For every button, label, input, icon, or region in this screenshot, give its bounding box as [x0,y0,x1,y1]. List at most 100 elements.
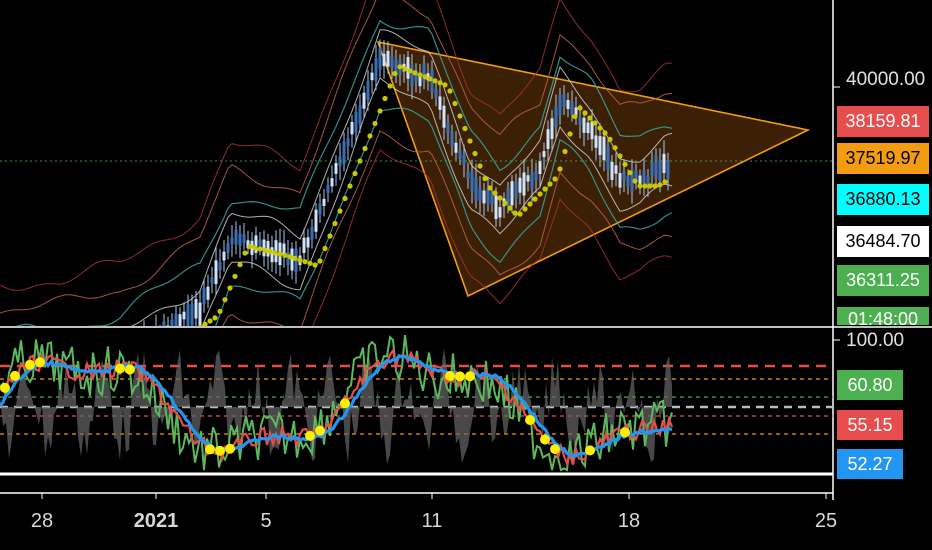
osc-signal-dot [225,443,235,454]
candle-body [538,161,542,174]
ma-dot [482,175,488,182]
candle-body [202,287,206,304]
ma-dot [542,186,548,192]
ma-dot [592,120,598,126]
candle-body [234,229,238,245]
ma-dot [432,78,438,84]
ma-dot [327,233,333,239]
osc-scale-label-100: 100.00 [846,330,905,351]
ma-dot [212,315,218,321]
candle-body [482,190,486,204]
candle-body [570,102,574,115]
ma-dot [602,130,608,136]
osc-signal-dot [550,444,560,455]
ma-dot [462,125,468,132]
ma-dot [452,100,458,107]
ma-dot [147,356,152,361]
osc-signal-dot [215,445,225,456]
candle-body [650,162,654,176]
candle-body [594,135,598,148]
candle-body [602,136,606,161]
candle-body [370,72,374,81]
candle-body [326,185,330,193]
ma-dot [317,258,323,264]
candle-body [182,311,186,320]
candle-body [478,187,482,201]
ma-dot [167,343,172,348]
ma-dot [362,145,368,152]
candle-body [510,181,514,206]
candle-body [606,145,610,170]
candle-body [334,162,338,174]
ma-dot [577,105,583,111]
ma-dot [222,297,228,303]
ma-dot [387,83,393,89]
ma-dot [252,245,258,251]
candle-body [454,142,458,153]
candle-body [618,173,622,188]
ma-dot [332,220,338,227]
candle-body [546,129,550,149]
ma-dot [522,206,528,212]
osc-signal-dot [125,364,135,375]
ma-dot [572,113,578,120]
candle-body [155,328,158,337]
candle-body [242,234,246,243]
candle-body [382,53,386,67]
time-label-25: 25 [814,510,838,532]
candle-body [666,160,670,179]
price-chart-svg[interactable] [0,0,932,550]
candle-body [642,170,646,183]
ma-dot [312,262,318,268]
candle-body [162,321,166,326]
time-label-28: 28 [30,510,54,532]
candle-body [514,181,518,199]
ma-dot [597,125,603,131]
ma-dot [662,179,668,185]
candle-body [218,262,222,271]
ma-dot [302,259,308,265]
ma-dot [397,64,403,70]
osc-signal-dot [0,382,10,393]
osc-tag-2: 52.27 [837,449,903,479]
candle-body [434,89,438,98]
candle-body [194,299,198,319]
candle-body [310,226,314,240]
ma-dot [217,308,223,314]
time-label-2021: 2021 [133,510,179,532]
osc-signal-dot [585,445,595,456]
candle-body [362,92,366,109]
ma-dot [342,195,348,202]
candle-body [230,237,234,245]
ma-dot [607,136,613,142]
ma-dot [457,113,463,119]
ma-dot [237,262,243,268]
ma-dot [282,252,288,258]
ma-dot [157,350,162,355]
candle-body [358,105,362,124]
ma-dot [297,257,303,263]
ma-dot [287,254,293,260]
ma-dot [192,328,197,333]
ma-dot [347,183,353,189]
candle-body [302,237,306,253]
chart-root[interactable]: 40000.00 100.00 38159.81 37519.97 36880.13… [0,0,932,550]
candle-body [562,94,566,107]
ma-dot [532,196,538,202]
price-tag-0: 38159.81 [837,106,929,137]
candle-body [530,172,534,189]
candle-body [139,341,142,356]
ma-dot [612,145,618,151]
ma-dot [382,95,388,102]
candle-body [346,138,350,147]
candle-body [626,176,630,187]
candle-body [151,337,154,347]
candle-body [442,105,446,128]
candle-body [526,175,530,182]
candle-body [306,237,310,248]
ma-dot [647,183,653,189]
ma-dot [267,248,273,255]
candle-body [450,131,454,146]
candle-body [470,171,474,192]
candle-body [622,171,626,181]
